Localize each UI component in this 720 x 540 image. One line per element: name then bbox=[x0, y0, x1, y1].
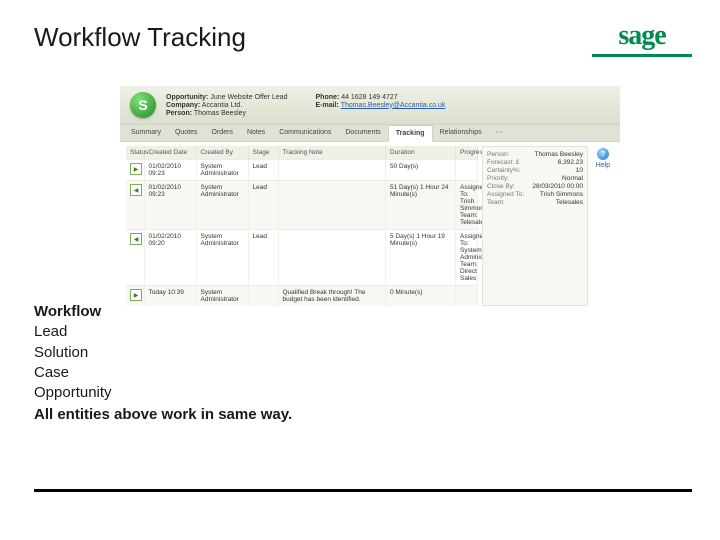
cell bbox=[278, 181, 386, 230]
logo-text: sage bbox=[618, 20, 665, 52]
arrow-icon: ◀ bbox=[130, 184, 142, 196]
cell: Assigned To: Trish Simmons Team: Telesal… bbox=[456, 181, 478, 230]
cell bbox=[278, 160, 386, 181]
tab-summary[interactable]: Summary bbox=[124, 125, 168, 141]
crm-screenshot: S Opportunity: June Website Offer LeadCo… bbox=[120, 86, 620, 312]
tab-quotes[interactable]: Quotes bbox=[168, 125, 205, 141]
column-header: Created By bbox=[196, 146, 248, 160]
detail-row: Close By:28/03/2010 00:00 bbox=[487, 183, 583, 190]
arrow-icon: ◀ bbox=[130, 233, 142, 245]
table-row: ◀01/02/2010 09:23System AdministratorLea… bbox=[126, 181, 478, 230]
record-field: Phone: 44 1628 149 4727 bbox=[316, 94, 446, 101]
cell: Lead bbox=[248, 230, 278, 286]
record-fields: Opportunity: June Website Offer LeadComp… bbox=[166, 94, 610, 117]
cell: ◀ bbox=[126, 181, 144, 230]
copy-closing: All entities above work in same way. bbox=[34, 405, 292, 425]
opportunity-icon: S bbox=[130, 92, 156, 118]
copy-heading: Workflow bbox=[34, 302, 292, 322]
tab-communications[interactable]: Communications bbox=[272, 125, 338, 141]
cell: 5 Day(s) 1 Hour 19 Minute(s) bbox=[386, 230, 456, 286]
cell: System Administrator bbox=[196, 230, 248, 286]
footer-rule bbox=[34, 489, 692, 492]
arrow-icon: ▶ bbox=[130, 289, 142, 301]
help-link[interactable]: ? Help bbox=[592, 146, 614, 306]
copy-item: Opportunity bbox=[34, 383, 292, 403]
cell: 50 Day(s) bbox=[386, 160, 456, 181]
record-field: Person: Thomas Beesley bbox=[166, 110, 288, 117]
cell: Lead bbox=[248, 181, 278, 230]
cell: 01/02/2010 09:20 bbox=[144, 230, 196, 286]
cell bbox=[278, 230, 386, 286]
tab-documents[interactable]: Documents bbox=[338, 125, 387, 141]
detail-row: Assigned To:Trish Simmons bbox=[487, 191, 583, 198]
tracking-grid: StatusCreated DateCreated ByStageTrackin… bbox=[126, 146, 478, 306]
tab-tracking[interactable]: Tracking bbox=[388, 125, 433, 142]
detail-row: Team:Telesales bbox=[487, 199, 583, 206]
detail-row: Person:Thomas Beesley bbox=[487, 151, 583, 158]
cell: ▶ bbox=[126, 160, 144, 181]
copy-item: Case bbox=[34, 363, 292, 383]
record-field: E-mail: Thomas.Beesley@Accantia.co.uk bbox=[316, 102, 446, 109]
help-icon: ? bbox=[597, 148, 609, 160]
cell: 51 Day(s) 1 Hour 24 Minute(s) bbox=[386, 181, 456, 230]
details-panel: Person:Thomas BeesleyForecast: £6,392.23… bbox=[482, 146, 588, 306]
cell: Qualified Break through! The budget has … bbox=[278, 286, 386, 307]
help-label: Help bbox=[592, 162, 614, 169]
cell: Assigned To: System Administrator Team: … bbox=[456, 230, 478, 286]
page-title: Workflow Tracking bbox=[34, 22, 246, 53]
tab-notes[interactable]: Notes bbox=[240, 125, 272, 141]
logo-underline bbox=[592, 54, 692, 57]
body-copy: Workflow LeadSolutionCaseOpportunity All… bbox=[34, 302, 292, 426]
tracking-body: StatusCreated DateCreated ByStageTrackin… bbox=[120, 142, 620, 312]
column-header: Progress bbox=[456, 146, 478, 160]
cell: 01/02/2010 09:23 bbox=[144, 181, 196, 230]
tab-relationships[interactable]: Relationships bbox=[433, 125, 489, 141]
table-row: ▶01/02/2010 09:23System AdministratorLea… bbox=[126, 160, 478, 181]
record-field: Company: Accantia Ltd. bbox=[166, 102, 288, 109]
arrow-icon: ▶ bbox=[130, 163, 142, 175]
sage-logo: sage bbox=[592, 20, 692, 57]
tab-···[interactable]: ··· bbox=[489, 125, 510, 141]
cell: 0 Minute(s) bbox=[386, 286, 456, 307]
column-header: Duration bbox=[386, 146, 456, 160]
cell bbox=[456, 286, 478, 307]
detail-row: Certainty%:10 bbox=[487, 167, 583, 174]
cell: Lead bbox=[248, 160, 278, 181]
detail-row: Priority:Normal bbox=[487, 175, 583, 182]
cell: System Administrator bbox=[196, 160, 248, 181]
column-header: Stage bbox=[248, 146, 278, 160]
copy-item: Lead bbox=[34, 322, 292, 342]
column-header: Created Date bbox=[144, 146, 196, 160]
cell: System Administrator bbox=[196, 181, 248, 230]
tab-bar: SummaryQuotesOrdersNotesCommunicationsDo… bbox=[120, 124, 620, 142]
record-header: S Opportunity: June Website Offer LeadCo… bbox=[120, 86, 620, 124]
cell: ◀ bbox=[126, 230, 144, 286]
column-header: Status bbox=[126, 146, 144, 160]
column-header: Tracking Note bbox=[278, 146, 386, 160]
tab-orders[interactable]: Orders bbox=[205, 125, 240, 141]
cell bbox=[456, 160, 478, 181]
cell: 01/02/2010 09:23 bbox=[144, 160, 196, 181]
copy-item: Solution bbox=[34, 343, 292, 363]
detail-row: Forecast: £6,392.23 bbox=[487, 159, 583, 166]
table-row: ◀01/02/2010 09:20System AdministratorLea… bbox=[126, 230, 478, 286]
record-field: Opportunity: June Website Offer Lead bbox=[166, 94, 288, 101]
